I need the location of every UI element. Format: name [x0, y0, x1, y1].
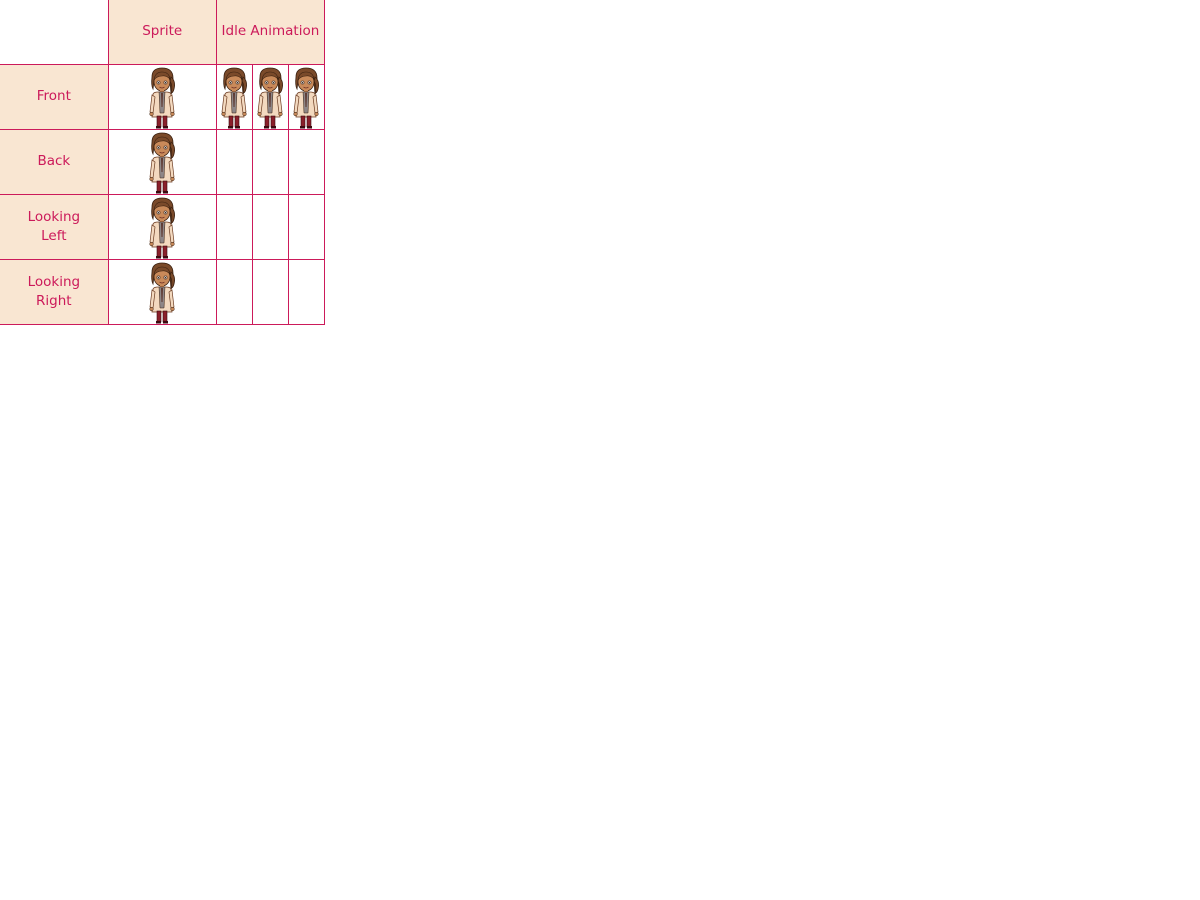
front-sprite-cell [107, 63, 217, 130]
sprite-sheet: Sprite Idle Animation Front Back Looking… [0, 0, 326, 325]
sprite-header-label: Sprite [142, 23, 183, 40]
row-label-back: Back [0, 128, 109, 195]
looking-left-sprite-cell [107, 193, 217, 260]
sprite-header: Sprite [107, 0, 217, 65]
character-sprite-back [146, 132, 178, 194]
corner-cell [0, 0, 109, 65]
empty-cell [215, 258, 253, 325]
sprite-table: Sprite Idle Animation Front Back Looking… [0, 0, 326, 325]
row-label-text: Looking Left [27, 208, 81, 244]
row-label-front: Front [0, 63, 109, 130]
row-looking-left: Looking Left [0, 193, 326, 260]
row-label-text: Looking Right [27, 273, 81, 309]
character-sprite-idle-2 [254, 67, 286, 129]
character-sprite-looking-right [146, 262, 178, 324]
row-looking-right: Looking Right [0, 258, 326, 325]
front-idle-frame-2 [251, 63, 289, 130]
idle-animation-header-label: Idle Animation [221, 23, 320, 40]
looking-right-sprite-cell [107, 258, 217, 325]
row-label-text: Back [37, 153, 71, 169]
empty-cell [215, 193, 253, 260]
empty-cell [287, 193, 326, 260]
empty-cell [251, 193, 289, 260]
empty-cell [251, 128, 289, 195]
empty-cell [287, 128, 326, 195]
row-front: Front [0, 63, 326, 130]
row-back: Back [0, 128, 326, 195]
header-row: Sprite Idle Animation [0, 0, 326, 65]
character-sprite-idle-1 [218, 67, 250, 129]
front-idle-frame-3 [287, 63, 326, 130]
row-label-looking-right: Looking Right [0, 258, 109, 325]
back-sprite-cell [107, 128, 217, 195]
front-idle-frame-1 [215, 63, 253, 130]
empty-cell [251, 258, 289, 325]
character-sprite-front [146, 67, 178, 129]
character-sprite-looking-left [146, 197, 178, 259]
idle-animation-header: Idle Animation [215, 0, 326, 65]
row-label-text: Front [36, 88, 71, 104]
empty-cell [287, 258, 326, 325]
empty-cell [215, 128, 253, 195]
character-sprite-idle-3 [290, 67, 322, 129]
row-label-looking-left: Looking Left [0, 193, 109, 260]
